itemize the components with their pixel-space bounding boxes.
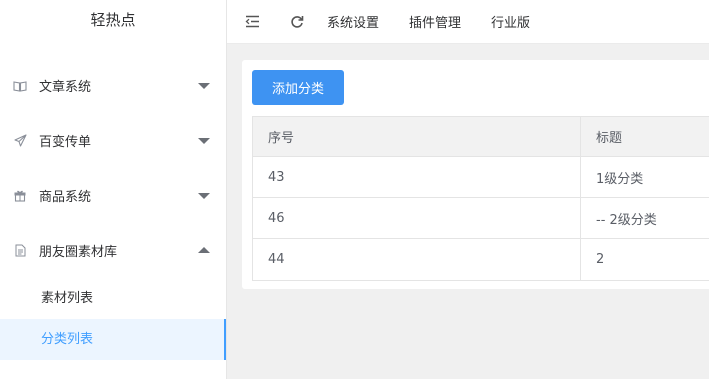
- column-header-title: 标题: [596, 131, 623, 146]
- fold-menu-icon[interactable]: [244, 14, 260, 30]
- table-row[interactable]: 43 1级分类: [253, 157, 709, 198]
- category-table: 序号 标题 43 1级分类 46 -- 2级分类 44 2: [252, 116, 709, 281]
- cell-index: 44: [253, 239, 581, 280]
- sidebar: 轻热点 文章系统 百变传单 商品系统 朋友圈素材库 素材列表 分类列表: [0, 0, 227, 379]
- submenu-item-category-list[interactable]: 分类列表: [0, 319, 226, 360]
- sidebar-item-goods-system[interactable]: 商品系统: [0, 168, 226, 223]
- sidebar-item-label: 文章系统: [39, 80, 92, 95]
- gift-icon: [12, 188, 28, 204]
- cell-title: -- 2级分类: [596, 212, 657, 228]
- cell-index: 46: [253, 198, 581, 238]
- book-icon: [12, 78, 28, 94]
- column-header-index: 序号: [253, 117, 581, 156]
- sidebar-item-label: 朋友圈素材库: [39, 245, 118, 260]
- top-navbar: 系统设置 插件管理 行业版: [227, 0, 709, 44]
- cell-index: 43: [253, 157, 581, 197]
- chevron-down-icon: [198, 82, 210, 89]
- nav-link-industry-edition[interactable]: 行业版: [491, 12, 530, 31]
- content-card: 添加分类 序号 标题 43 1级分类 46 -- 2级分类 44 2: [242, 60, 709, 289]
- table-row[interactable]: 44 2: [253, 239, 709, 280]
- sidebar-item-label: 商品系统: [39, 190, 92, 205]
- send-icon: [12, 133, 28, 149]
- sidebar-item-label: 百变传单: [39, 135, 92, 150]
- table-header-row: 序号 标题: [253, 117, 709, 157]
- sidebar-item-flyers[interactable]: 百变传单: [0, 113, 226, 168]
- chevron-down-icon: [198, 137, 210, 144]
- add-category-button[interactable]: 添加分类: [252, 70, 344, 105]
- sidebar-menu: 文章系统 百变传单 商品系统 朋友圈素材库 素材列表 分类列表: [0, 58, 226, 360]
- refresh-icon[interactable]: [289, 14, 305, 30]
- table-row[interactable]: 46 -- 2级分类: [253, 198, 709, 239]
- nav-link-system-settings[interactable]: 系统设置: [327, 12, 379, 31]
- cell-title: 1级分类: [596, 171, 644, 187]
- submenu-item-material-list[interactable]: 素材列表: [0, 278, 226, 319]
- document-icon: [12, 243, 28, 259]
- app-logo: 轻热点: [90, 11, 136, 29]
- sidebar-item-moments-library[interactable]: 朋友圈素材库: [0, 223, 226, 278]
- cell-title: 2: [596, 252, 605, 267]
- chevron-down-icon: [198, 192, 210, 199]
- chevron-up-icon: [198, 246, 210, 253]
- sidebar-item-article-system[interactable]: 文章系统: [0, 58, 226, 113]
- nav-link-plugin-management[interactable]: 插件管理: [409, 12, 461, 31]
